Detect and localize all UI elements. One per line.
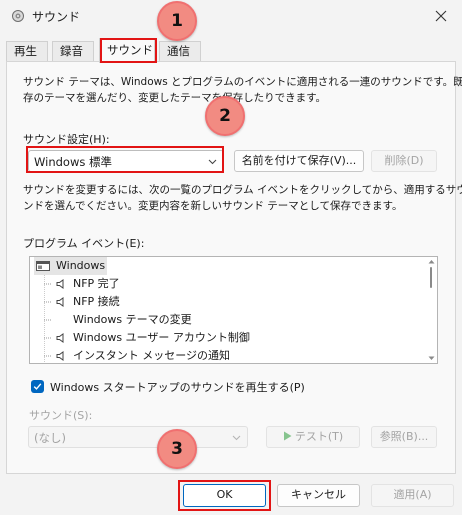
chevron-down-icon (232, 435, 241, 441)
list-item[interactable]: Windows (30, 257, 425, 275)
test-label: テスト(T) (294, 430, 344, 443)
sound-select[interactable]: (なし) (28, 426, 248, 448)
highlight-box-sounds-tab (100, 38, 157, 63)
speaker-icon (56, 279, 64, 289)
save-as-button[interactable]: 名前を付けて保存(V)... (234, 150, 364, 172)
apply-button[interactable]: 適用(A) (371, 484, 454, 507)
tab-communications[interactable]: 通信 (159, 41, 201, 62)
theme-description: サウンド テーマは、Windows とプログラムのイベントに適用される一連のサウ… (23, 76, 462, 104)
delete-button[interactable]: 削除(D) (371, 150, 437, 172)
tree-line (44, 347, 52, 363)
event-label: Windows (56, 259, 106, 272)
speaker-icon (56, 297, 64, 307)
event-label: Windows ユーザー アカウント制御 (73, 331, 250, 344)
scroll-down-icon[interactable] (428, 356, 435, 361)
browse-button[interactable]: 参照(B)... (371, 426, 437, 448)
program-events-list[interactable]: Windows NFP 完了 NFP 接続 Windows テーマの変更 Win… (29, 256, 438, 364)
speaker-icon (12, 10, 24, 22)
test-button[interactable]: テスト(T) (266, 426, 360, 448)
tree-line (44, 293, 52, 311)
window-icon (36, 261, 50, 271)
list-item[interactable]: Windows ユーザー アカウント制御 (30, 329, 425, 347)
checkmark-icon (33, 383, 42, 390)
list-item[interactable]: NFP 接続 (30, 293, 425, 311)
play-icon (283, 431, 292, 441)
cancel-button[interactable]: キャンセル (277, 484, 360, 507)
program-events-label: プログラム イベント(E): (23, 237, 145, 250)
highlight-box-ok-button (178, 480, 271, 511)
close-icon[interactable] (430, 6, 452, 26)
sound-scheme-label: サウンド設定(H): (23, 133, 110, 146)
step-badge-1: 1 (157, 1, 197, 41)
change-description: サウンドを変更するには、次の一覧のプログラム イベントをクリックしてから、適用す… (23, 184, 462, 212)
list-item[interactable]: Windows テーマの変更 (30, 311, 425, 329)
step-badge-3: 3 (157, 429, 197, 469)
vertical-scrollbar[interactable] (425, 257, 437, 363)
list-item[interactable]: インスタント メッセージの通知 (30, 347, 425, 363)
step-badge-2: 2 (205, 96, 245, 136)
sound-label: サウンド(S): (29, 409, 93, 422)
sound-select-value: (なし) (34, 431, 66, 445)
scrollbar-thumb[interactable] (430, 267, 432, 288)
tree-line (44, 275, 52, 293)
speaker-icon (56, 351, 64, 361)
window-title: サウンド (32, 10, 81, 24)
event-label: インスタント メッセージの通知 (73, 349, 231, 362)
tree-line (44, 329, 52, 347)
tree-line (44, 311, 52, 329)
title-bar: サウンド (0, 0, 462, 32)
scroll-up-icon[interactable] (428, 259, 435, 264)
tab-recording[interactable]: 録音 (52, 41, 94, 62)
tab-playback[interactable]: 再生 (6, 41, 48, 62)
event-label: Windows テーマの変更 (73, 313, 192, 326)
highlight-box-scheme-select (26, 146, 224, 173)
startup-sound-checkbox[interactable] (31, 380, 44, 393)
event-label: NFP 接続 (73, 295, 120, 308)
list-item[interactable]: NFP 完了 (30, 275, 425, 293)
speaker-icon (56, 333, 64, 343)
event-label: NFP 完了 (73, 277, 120, 290)
startup-sound-label[interactable]: Windows スタートアップのサウンドを再生する(P) (50, 379, 305, 395)
